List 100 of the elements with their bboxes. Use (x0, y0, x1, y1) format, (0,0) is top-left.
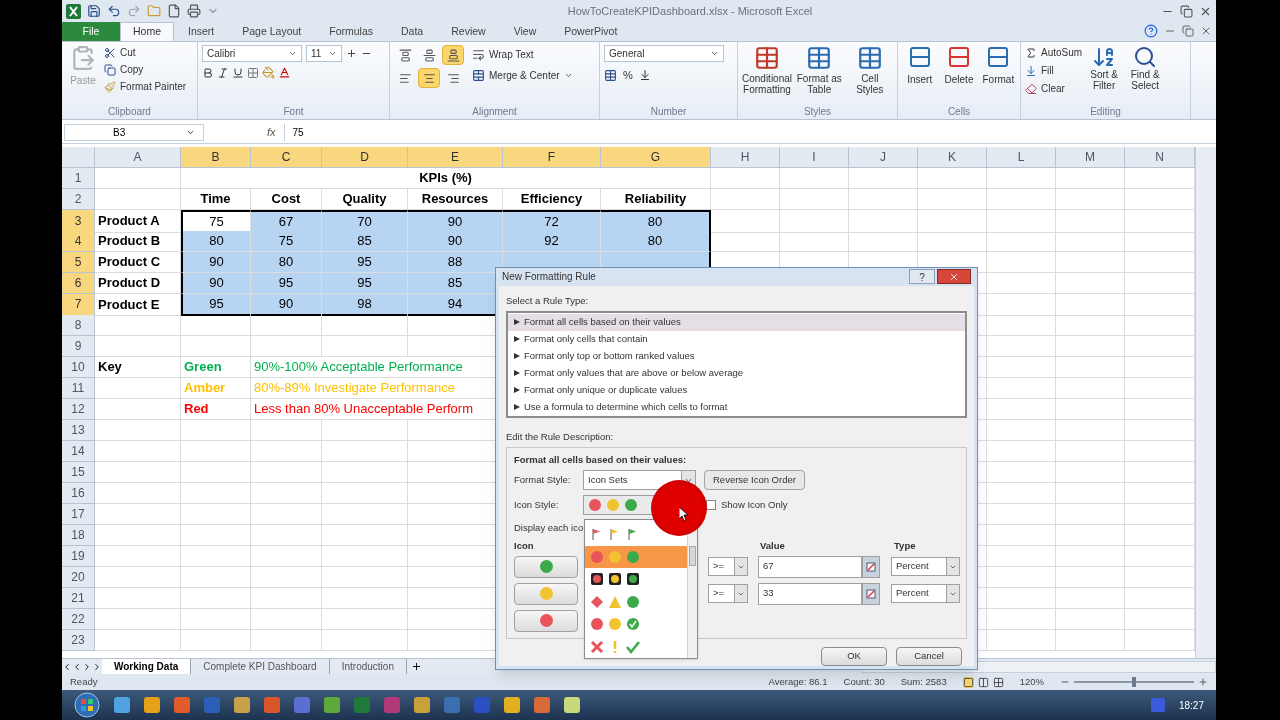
new-file-icon[interactable] (167, 4, 181, 18)
row-header[interactable]: 8 (62, 315, 95, 336)
find-select-button[interactable]: Find & Select (1126, 45, 1165, 91)
caret-icon[interactable] (186, 128, 195, 137)
dropdown-arrow-button[interactable] (946, 585, 959, 602)
vertical-align-button[interactable] (442, 45, 464, 65)
horizontal-align-button[interactable] (418, 68, 440, 88)
redo-icon[interactable] (127, 4, 141, 18)
column-header[interactable]: N (1125, 147, 1195, 168)
taskbar-app-icon[interactable] (444, 697, 460, 713)
start-orb-icon[interactable] (74, 692, 100, 718)
row-header[interactable]: 22 (62, 609, 95, 630)
taskbar-app-icon[interactable] (174, 697, 190, 713)
underline-icon[interactable] (232, 66, 244, 79)
formula-field[interactable]: 75 (283, 124, 1214, 141)
row-header[interactable]: 21 (62, 588, 95, 609)
bold-icon[interactable] (202, 66, 214, 79)
select-all-corner[interactable] (62, 147, 95, 168)
close-button[interactable] (937, 269, 971, 285)
rule-type-item[interactable]: Format all cells based on their values (508, 313, 965, 331)
rule-type-item[interactable]: Format only cells that contain (508, 330, 965, 348)
taskbar-app-icon[interactable] (564, 697, 580, 713)
row-header[interactable]: 19 (62, 546, 95, 567)
page-break-view-icon[interactable] (992, 676, 1004, 688)
value-field[interactable]: 67 (758, 555, 862, 578)
format-style-select[interactable]: Icon Sets (583, 470, 696, 491)
ribbon-tab[interactable]: Page Layout (228, 22, 316, 41)
taskbar-app-icon[interactable] (324, 697, 340, 713)
font-color-icon[interactable] (278, 66, 291, 79)
taskbar-app-icon[interactable] (534, 697, 550, 713)
column-header[interactable]: D (322, 147, 408, 168)
row-header[interactable]: 2 (62, 189, 95, 210)
font-family-field[interactable]: Calibri (202, 45, 302, 62)
restore-icon[interactable] (1180, 4, 1193, 18)
first-sheet-icon[interactable] (62, 661, 72, 672)
taskbar-app-icon[interactable] (114, 697, 130, 713)
row-header[interactable]: 4 (62, 231, 95, 252)
grow-font-icon[interactable] (346, 48, 357, 59)
column-header[interactable]: F (503, 147, 601, 168)
dropdown-arrow-button[interactable] (734, 558, 747, 575)
merge-center-button[interactable]: Merge & Center (472, 68, 573, 83)
column-header[interactable]: C (251, 147, 322, 168)
row-header[interactable]: 20 (62, 567, 95, 588)
taskbar-app-icon[interactable] (264, 697, 280, 713)
range-select-button[interactable] (862, 555, 880, 578)
styles-button[interactable]: Cell Styles (846, 45, 893, 95)
row-header[interactable]: 12 (62, 399, 95, 420)
zoom-slider-thumb[interactable] (1132, 677, 1136, 687)
ribbon-tab[interactable]: Review (437, 22, 500, 41)
ribbon-tab[interactable]: Data (387, 22, 438, 41)
copy-button[interactable]: Copy (104, 62, 187, 77)
column-header[interactable]: J (849, 147, 918, 168)
increase-decimal-icon[interactable] (638, 69, 651, 82)
row-header[interactable]: 3 (62, 210, 95, 233)
caret-icon[interactable] (710, 49, 719, 58)
taskbar-app-icon[interactable] (234, 697, 250, 713)
previous-sheet-icon[interactable] (72, 661, 82, 672)
dropdown-arrow-button[interactable] (946, 558, 959, 575)
save-icon[interactable] (87, 4, 101, 18)
vertical-scrollbar[interactable] (1195, 147, 1216, 658)
restore-icon[interactable] (1182, 25, 1194, 37)
fill-color-icon[interactable] (262, 66, 275, 79)
operator-select[interactable]: >= (708, 584, 748, 603)
row-header[interactable]: 6 (62, 273, 95, 294)
number-format-field[interactable]: General (604, 45, 724, 62)
value-field[interactable]: 33 (758, 582, 862, 605)
taskbar-app-icon[interactable] (144, 697, 160, 713)
reverse-icon-order-button[interactable]: Reverse Icon Order (704, 470, 805, 491)
row-header[interactable]: 18 (62, 525, 95, 546)
taskbar-app-icon[interactable] (504, 697, 520, 713)
cells-button[interactable]: Insert (902, 45, 938, 87)
rule-type-list[interactable] (506, 310, 967, 418)
cut-button[interactable]: Cut (104, 45, 187, 60)
row-header[interactable]: 13 (62, 420, 95, 441)
last-sheet-icon[interactable] (92, 661, 102, 672)
column-header[interactable]: K (918, 147, 987, 168)
row-header[interactable]: 7 (62, 294, 95, 316)
column-header[interactable]: L (987, 147, 1056, 168)
scrollbar-thumb[interactable] (689, 546, 696, 566)
styles-button[interactable]: Conditional Formatting (742, 45, 792, 95)
ribbon-tab[interactable]: File (62, 22, 120, 41)
caret-icon[interactable] (288, 49, 297, 58)
insert-sheet-icon[interactable] (410, 661, 422, 672)
taskbar-app-icon[interactable] (204, 697, 220, 713)
range-select-button[interactable] (862, 582, 880, 605)
row-header[interactable]: 10 (62, 357, 95, 378)
row-header[interactable]: 11 (62, 378, 95, 399)
sort-filter-button[interactable]: Sort & Filter (1086, 45, 1123, 91)
cells-button[interactable]: Format (980, 45, 1016, 87)
undo-icon[interactable] (107, 4, 121, 18)
icon-picker-button[interactable] (514, 555, 578, 578)
name-box[interactable]: B3 (64, 124, 204, 141)
italic-icon[interactable] (217, 66, 229, 79)
row-header[interactable]: 1 (62, 168, 95, 189)
page-layout-view-icon[interactable] (977, 676, 989, 688)
ribbon-tab[interactable]: Insert (174, 22, 229, 41)
taskbar-app-icon[interactable] (474, 697, 490, 713)
row-header[interactable]: 16 (62, 483, 95, 504)
column-header[interactable]: B (181, 147, 251, 168)
column-header[interactable]: E (408, 147, 503, 168)
